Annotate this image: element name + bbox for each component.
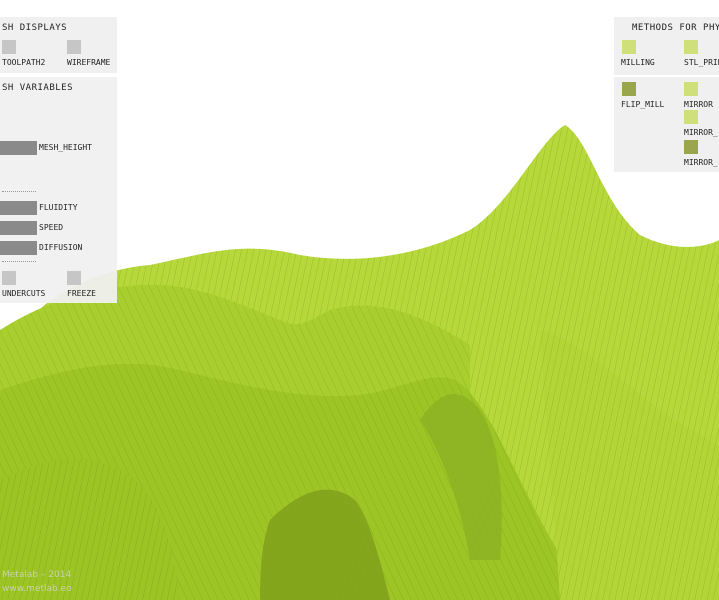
speed-slider[interactable] (0, 221, 37, 235)
mesh-displays-panel: SH DISPLAYS TOOLPATH2 WIREFRAME (0, 17, 117, 73)
speed-label: SPEED (39, 223, 64, 232)
slider-ticks (2, 185, 36, 192)
mirror-2-label: MIRROR_ (684, 128, 718, 137)
flip-mill-button[interactable] (622, 82, 636, 96)
watermark-line1: Metalab – 2014 (2, 570, 72, 580)
diffusion-label: DIFFUSION (39, 243, 83, 252)
slider-ticks (2, 255, 36, 262)
wireframe-checkbox[interactable] (67, 40, 81, 54)
milling-button[interactable] (622, 40, 636, 54)
undercuts-checkbox[interactable] (2, 271, 16, 285)
mirror-button[interactable] (684, 82, 698, 96)
freeze-checkbox[interactable] (67, 271, 81, 285)
mesh-height-label: MESH_HEIGHT (39, 143, 92, 152)
mesh-height-slider[interactable] (0, 141, 37, 155)
diffusion-slider[interactable] (0, 241, 37, 255)
methods-panel: METHODS FOR PHY MILLING STL_PRIN FLIP_MI… (614, 17, 719, 172)
mirror-3-button[interactable] (684, 140, 698, 154)
mirror-3-label: MIRROR_ (684, 158, 718, 167)
fluidity-slider[interactable] (0, 201, 37, 215)
stl-print-button[interactable] (684, 40, 698, 54)
mesh-displays-title: SH DISPLAYS (2, 23, 68, 33)
toolpath2-label: TOOLPATH2 (2, 58, 46, 67)
undercuts-label: UNDERCUTS (2, 289, 46, 298)
mesh-variables-title: SH VARIABLES (2, 83, 74, 93)
fluidity-label: FLUIDITY (39, 203, 78, 212)
mirror-2-button[interactable] (684, 110, 698, 124)
freeze-label: FREEZE (67, 289, 96, 298)
mirror-label: MIRROR (684, 100, 713, 109)
mesh-variables-panel: SH VARIABLES MESH_HEIGHT FLUIDITY SPEED … (0, 77, 117, 303)
stl-print-label: STL_PRIN (684, 58, 719, 67)
flip-mill-label: FLIP_MILL (621, 100, 665, 109)
milling-label: MILLING (621, 58, 655, 67)
methods-title: METHODS FOR PHY (632, 23, 719, 33)
toolpath2-checkbox[interactable] (2, 40, 16, 54)
watermark-line2: www.metlab.eo (2, 584, 72, 594)
wireframe-label: WIREFRAME (67, 58, 111, 67)
methods-divider (614, 75, 719, 77)
